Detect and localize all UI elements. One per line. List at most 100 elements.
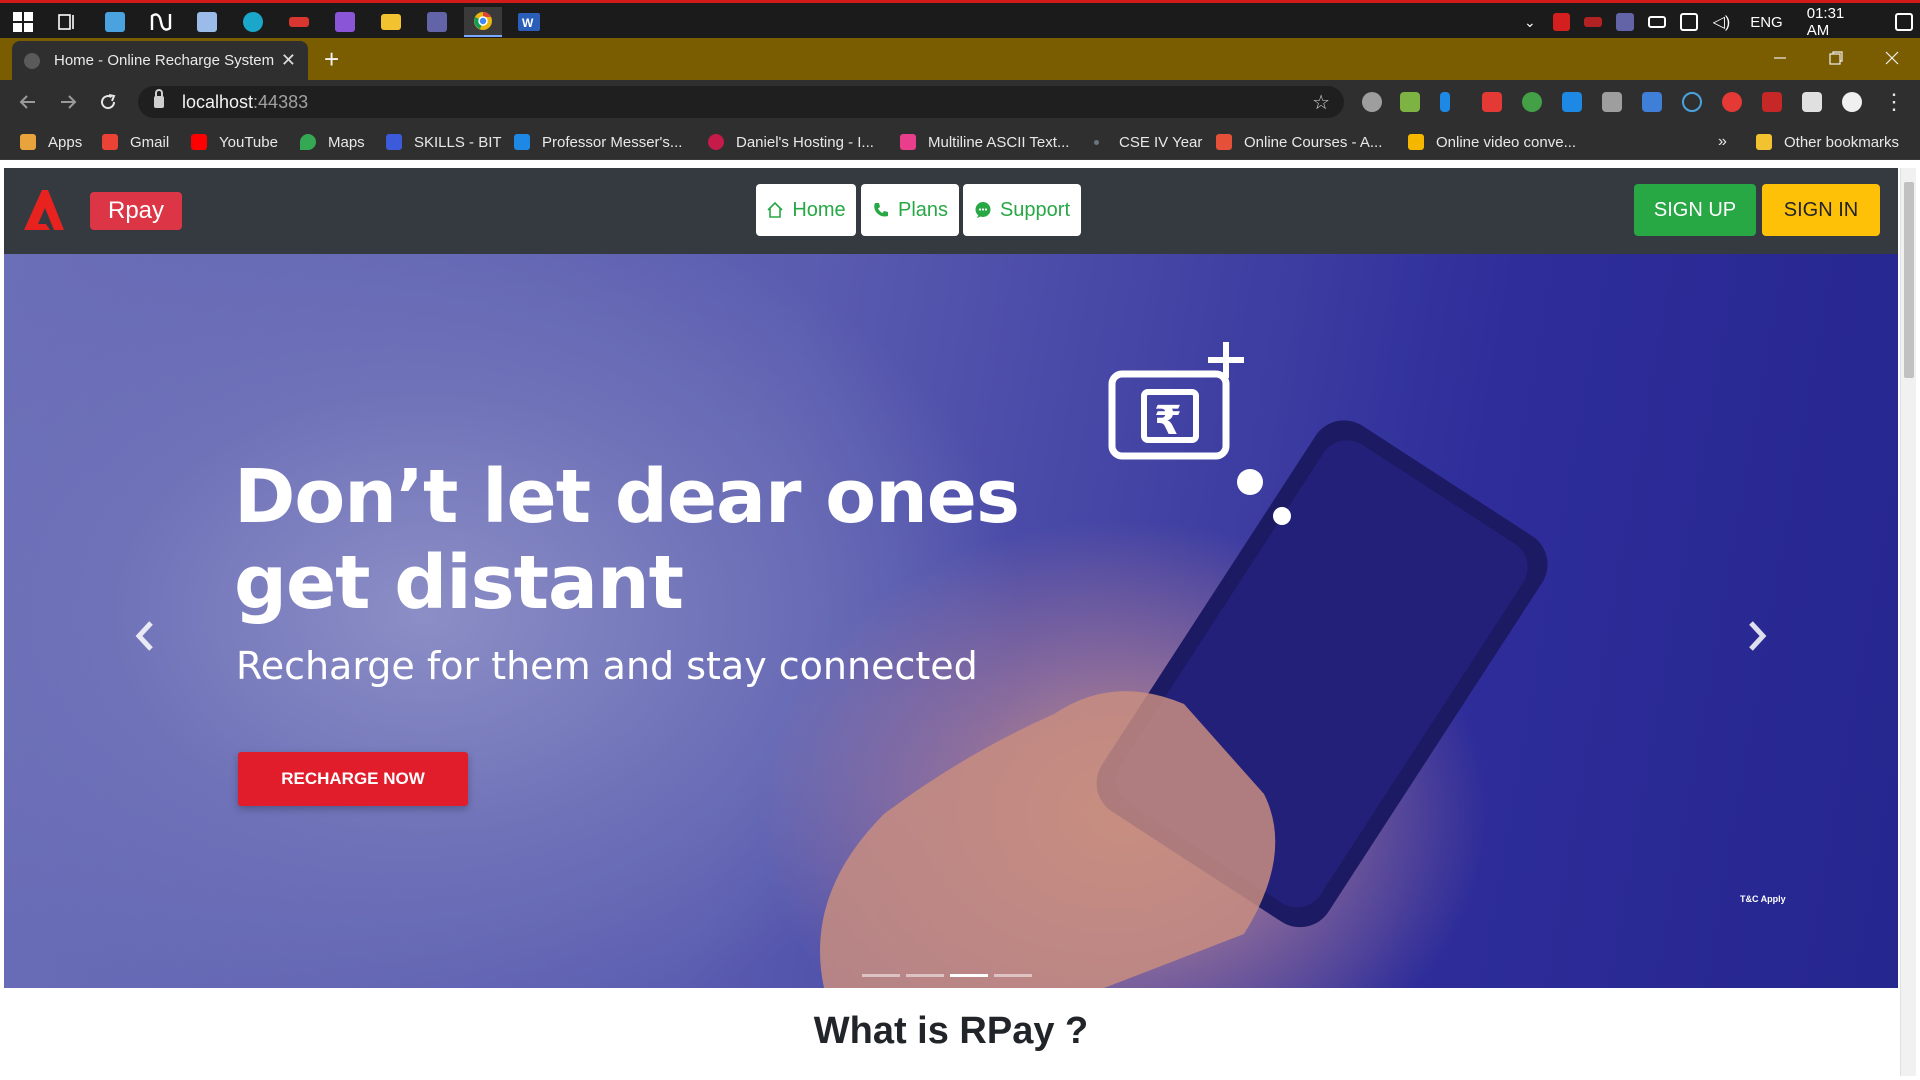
bookmark-daniels-hosting[interactable]: Daniel's Hosting - I... — [708, 124, 874, 160]
chrome-icon[interactable] — [464, 7, 502, 37]
sign-in-button[interactable]: SIGN IN — [1762, 184, 1880, 236]
globe-icon — [24, 52, 40, 69]
extension-icon[interactable] — [1722, 92, 1742, 112]
nav-home-button[interactable]: Home — [756, 184, 856, 236]
photos-icon[interactable] — [192, 7, 222, 37]
n-app-icon[interactable] — [146, 7, 176, 37]
carousel-indicator[interactable] — [994, 974, 1032, 977]
more-menu-icon[interactable]: ⋮ — [1880, 88, 1908, 116]
other-bookmarks[interactable]: Other bookmarks — [1756, 124, 1899, 160]
section-title: What is RPay ? — [813, 1010, 1089, 1052]
visual-studio-icon[interactable] — [330, 7, 360, 37]
restore-button[interactable] — [1808, 38, 1864, 78]
scrollbar-thumb[interactable] — [1904, 182, 1914, 378]
new-tab-button[interactable]: + — [324, 44, 339, 75]
bookmark-star-icon[interactable]: ☆ — [1312, 90, 1330, 115]
folder-icon — [1756, 134, 1772, 150]
bookmark-maps[interactable]: Maps — [300, 124, 365, 160]
bookmark-label: Gmail — [130, 133, 170, 151]
drive-icon[interactable] — [1602, 92, 1622, 112]
bookmark-ascii-text[interactable]: Multiline ASCII Text... — [900, 124, 1069, 160]
system-tray: ⌄ ◁) ENG 01:31 AM — [1524, 3, 1920, 41]
dot-icon — [1094, 139, 1099, 145]
recharge-now-button[interactable]: RECHARGE NOW — [238, 752, 468, 806]
tray-app-icon[interactable] — [1552, 13, 1571, 31]
file-explorer-icon[interactable] — [376, 7, 406, 37]
bookmark-apps[interactable]: Apps — [20, 124, 82, 160]
notifications-icon[interactable] — [1895, 13, 1914, 31]
extension-icon[interactable] — [1762, 92, 1782, 112]
carousel-indicator-active[interactable] — [950, 974, 988, 977]
page-scrollbar[interactable] — [1900, 168, 1916, 1076]
bookmark-skills[interactable]: SKILLS - BIT — [386, 124, 502, 160]
chevron-up-icon[interactable]: ⌄ — [1524, 14, 1536, 31]
svg-text:W: W — [522, 16, 534, 30]
app-icon[interactable] — [100, 7, 130, 37]
extension-icon[interactable] — [1400, 92, 1420, 112]
extension-icon[interactable] — [1362, 92, 1382, 112]
close-tab-icon[interactable]: ✕ — [281, 50, 296, 71]
extension-icon[interactable] — [1522, 92, 1542, 112]
bookmark-label: Professor Messer's... — [542, 133, 683, 151]
raspberry-icon — [708, 134, 724, 150]
bookmarks-bar: Apps Gmail YouTube Maps SKILLS - BIT Pro… — [0, 124, 1920, 160]
extension-icon[interactable] — [1482, 92, 1502, 112]
extensions-puzzle-icon[interactable] — [1802, 92, 1822, 112]
edge-icon[interactable] — [238, 7, 268, 37]
carousel-next-button[interactable] — [1744, 610, 1770, 664]
close-window-button[interactable] — [1864, 38, 1920, 78]
lock-icon[interactable] — [154, 89, 164, 108]
tray-app-icon[interactable] — [1584, 17, 1603, 27]
bookmark-gmail[interactable]: Gmail — [102, 124, 169, 160]
extension-icon[interactable] — [1562, 92, 1582, 112]
clock[interactable]: 01:31 AM — [1807, 5, 1869, 39]
extension-icon[interactable] — [1440, 92, 1450, 112]
bookmark-video-converter[interactable]: Online video conve... — [1408, 124, 1576, 160]
phone-icon — [874, 203, 888, 217]
nav-plans-button[interactable]: Plans — [861, 184, 959, 236]
bookmark-cse-iv-year[interactable]: CSE IV Year — [1094, 124, 1202, 160]
bookmark-online-courses[interactable]: Online Courses - A... — [1216, 124, 1382, 160]
back-button[interactable] — [14, 88, 42, 116]
bookmark-youtube[interactable]: YouTube — [191, 124, 278, 160]
nav-support-button[interactable]: Support — [963, 184, 1081, 236]
url-host: localhost — [182, 91, 254, 112]
bookmark-professor-messer[interactable]: Professor Messer's... — [514, 124, 682, 160]
volume-icon[interactable]: ◁) — [1713, 12, 1731, 32]
network-icon[interactable] — [1679, 13, 1698, 31]
bookmark-label: SKILLS - BIT — [414, 133, 502, 151]
translate-icon[interactable] — [1642, 92, 1662, 112]
carousel-prev-button[interactable] — [132, 610, 158, 664]
page-viewport: Rpay Home Plans Support SIGN UP SIGN IN … — [4, 160, 1898, 1076]
sign-up-button[interactable]: SIGN UP — [1634, 184, 1756, 236]
skills-icon — [386, 134, 402, 150]
forward-button[interactable] — [54, 88, 82, 116]
extension-icon[interactable] — [1682, 92, 1702, 112]
language-indicator[interactable]: ENG — [1750, 14, 1783, 31]
minimize-button[interactable] — [1752, 38, 1808, 78]
carousel-indicator[interactable] — [862, 974, 900, 977]
svg-text:₹: ₹ — [1154, 398, 1182, 444]
task-view-icon[interactable] — [52, 7, 82, 37]
professor-messer-icon — [514, 134, 530, 150]
word-icon[interactable]: W — [514, 7, 544, 37]
teams-icon[interactable] — [422, 7, 452, 37]
rpay-logo[interactable] — [20, 188, 66, 232]
tab-title: Home - Online Recharge System — [54, 52, 275, 69]
windows-start-icon[interactable] — [8, 7, 38, 37]
apps-grid-icon — [20, 134, 36, 150]
app-red-icon[interactable] — [284, 7, 314, 37]
carousel-indicator[interactable] — [906, 974, 944, 977]
hero-title-line2: get distant — [234, 540, 684, 626]
bookmarks-overflow-button[interactable]: » — [1718, 124, 1727, 160]
address-bar[interactable]: localhost:44383 ☆ — [138, 86, 1344, 118]
tab-home[interactable]: Home - Online Recharge System ✕ — [12, 41, 308, 80]
profile-avatar-icon[interactable] — [1842, 92, 1862, 112]
bookmark-label: Apps — [48, 133, 83, 151]
battery-icon[interactable] — [1647, 16, 1666, 28]
reload-button[interactable] — [94, 88, 122, 116]
carousel-indicators — [862, 974, 1032, 977]
brand-name[interactable]: Rpay — [90, 192, 182, 230]
maps-icon — [300, 134, 316, 150]
tray-teams-icon[interactable] — [1616, 13, 1634, 31]
